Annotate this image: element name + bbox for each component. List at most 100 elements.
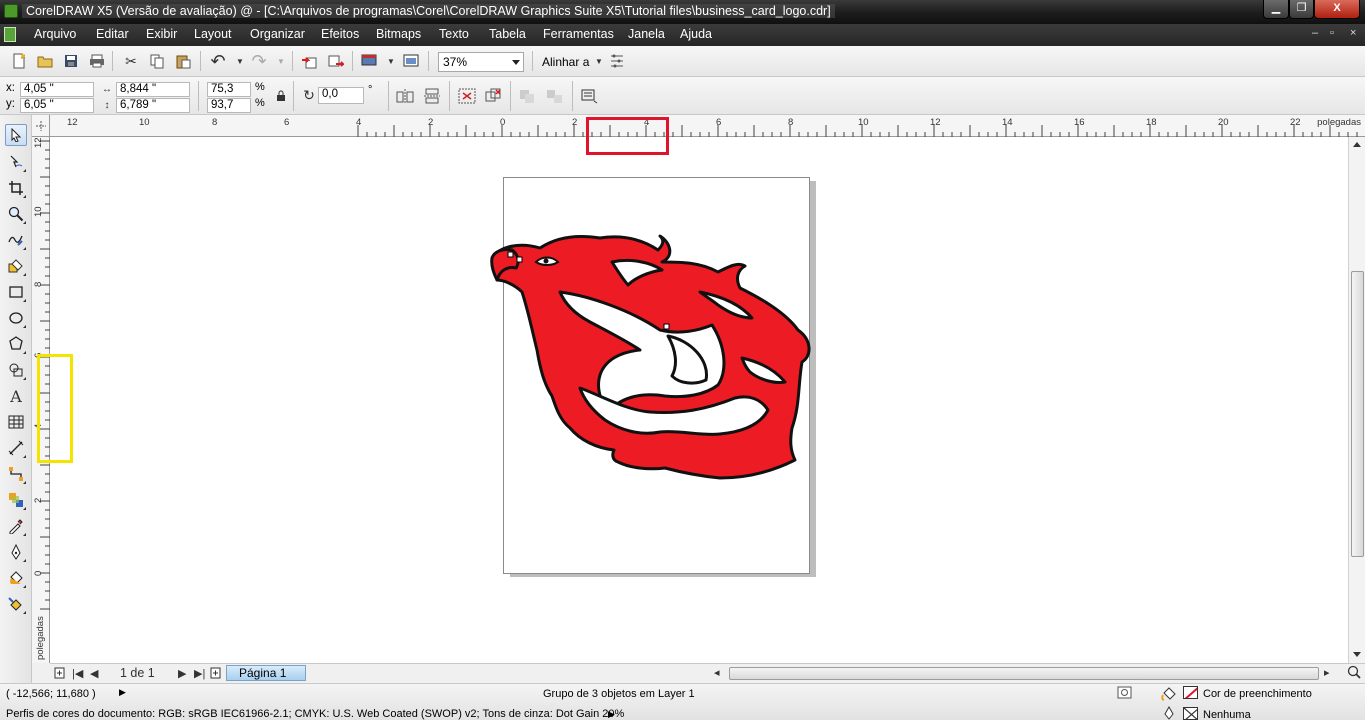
wrap-text-icon[interactable] <box>580 87 598 105</box>
doc-restore-button[interactable]: ▫ <box>1330 27 1334 39</box>
status-expand-icon[interactable]: ▶ <box>119 687 126 698</box>
ungroup-icon[interactable] <box>484 87 502 105</box>
pick-tool-icon[interactable] <box>5 124 27 146</box>
outline-pen-tool-icon[interactable] <box>5 541 27 563</box>
menu-organizar[interactable]: Organizar <box>250 27 305 41</box>
export-icon[interactable] <box>327 52 345 70</box>
blend-tool-icon[interactable] <box>5 489 27 511</box>
zoom-tool-icon[interactable] <box>5 203 27 225</box>
y-position-field[interactable]: 6,05 " <box>20 98 94 113</box>
doc-minimize-button[interactable]: – <box>1312 27 1318 39</box>
undo-dropdown-icon[interactable]: ▼ <box>231 52 249 70</box>
print-icon[interactable] <box>88 52 106 70</box>
menu-ajuda[interactable]: Ajuda <box>680 27 712 41</box>
x-position-field[interactable]: 4,05 " <box>20 82 94 97</box>
open-folder-icon[interactable] <box>36 52 54 70</box>
menu-arquivo[interactable]: Arquivo <box>34 27 76 41</box>
next-page-icon[interactable]: ▶ <box>178 667 186 680</box>
height-field[interactable]: 6,789 " <box>116 98 190 113</box>
ruler-origin-corner[interactable] <box>32 115 50 137</box>
launcher-dropdown-icon[interactable]: ▼ <box>382 52 400 70</box>
copy-icon[interactable] <box>148 52 166 70</box>
mirror-horizontal-icon[interactable] <box>396 87 414 105</box>
menu-layout[interactable]: Layout <box>194 27 232 41</box>
outline-color-swatch[interactable] <box>1183 707 1198 720</box>
ruler-tick-label: 0 <box>33 570 44 576</box>
undo-icon[interactable]: ↶ <box>209 51 227 71</box>
crop-tool-icon[interactable] <box>5 177 27 199</box>
basic-shapes-tool-icon[interactable] <box>5 359 27 381</box>
eagle-flame-logo[interactable] <box>50 137 1348 663</box>
mirror-vertical-icon[interactable] <box>423 87 441 105</box>
application-launcher-icon[interactable] <box>360 52 378 70</box>
eyedropper-tool-icon[interactable] <box>5 515 27 537</box>
new-document-icon[interactable] <box>10 52 28 70</box>
previous-page-icon[interactable]: ◀ <box>90 667 98 680</box>
ellipse-tool-icon[interactable] <box>5 307 27 329</box>
import-icon[interactable] <box>300 52 318 70</box>
align-to-label[interactable]: Alinhar a <box>542 55 589 69</box>
last-page-icon[interactable]: ▶| <box>194 667 205 680</box>
first-page-icon[interactable]: |◀ <box>72 667 83 680</box>
add-page-before-icon[interactable] <box>54 667 66 682</box>
fill-tool-icon[interactable] <box>5 567 27 589</box>
menu-bitmaps[interactable]: Bitmaps <box>376 27 421 41</box>
menu-texto[interactable]: Texto <box>439 27 469 41</box>
connector-tool-icon[interactable] <box>5 463 27 485</box>
coreldraw-app-icon[interactable] <box>4 4 18 18</box>
break-apart-icon[interactable] <box>545 87 563 105</box>
navigator-zoom-icon[interactable] <box>1347 665 1361 682</box>
zoom-level-select[interactable]: 37% <box>438 52 524 72</box>
options-icon[interactable] <box>608 52 626 70</box>
shape-tool-icon[interactable] <box>5 151 27 173</box>
horizontal-scrollbar[interactable]: ◂ ▸ <box>712 666 1337 681</box>
menu-exibir[interactable]: Exibir <box>146 27 177 41</box>
menu-ferramentas[interactable]: Ferramentas <box>543 27 614 41</box>
horizontal-scroll-thumb[interactable] <box>729 667 1319 680</box>
vertical-scroll-thumb[interactable] <box>1351 271 1364 557</box>
drawing-canvas[interactable] <box>50 137 1348 663</box>
menu-editar[interactable]: Editar <box>96 27 129 41</box>
restore-button[interactable]: ❐ <box>1289 0 1314 19</box>
interactive-fill-tool-icon[interactable] <box>5 593 27 615</box>
scroll-left-icon[interactable]: ◂ <box>714 666 720 679</box>
page-tab[interactable]: Página 1 <box>226 665 306 681</box>
scale-y-field[interactable]: 93,7 <box>207 98 251 113</box>
close-button[interactable]: X <box>1314 0 1360 19</box>
minimize-button[interactable]: ▁ <box>1263 0 1289 19</box>
color-proof-icon[interactable] <box>1117 686 1133 703</box>
rectangle-tool-icon[interactable] <box>5 281 27 303</box>
combine-icon[interactable] <box>518 87 536 105</box>
lock-ratio-icon[interactable] <box>272 87 290 105</box>
dimension-tool-icon[interactable] <box>5 437 27 459</box>
fill-color-swatch[interactable] <box>1183 686 1198 699</box>
menu-efeitos[interactable]: Efeitos <box>321 27 359 41</box>
vertical-scrollbar[interactable] <box>1348 137 1365 663</box>
scroll-right-icon[interactable]: ▸ <box>1324 666 1330 679</box>
width-field[interactable]: 8,844 " <box>116 82 190 97</box>
welcome-screen-icon[interactable] <box>402 52 420 70</box>
document-icon[interactable] <box>4 27 16 42</box>
redo-dropdown-icon[interactable]: ▼ <box>272 52 290 70</box>
group-icon[interactable] <box>458 87 476 105</box>
menu-tabela[interactable]: Tabela <box>489 27 526 41</box>
align-dropdown-icon[interactable]: ▼ <box>590 52 608 70</box>
text-tool-icon[interactable]: A <box>5 385 27 407</box>
horizontal-ruler[interactable]: 12 10 8 6 4 2 0 2 4 6 8 10 12 14 16 18 2… <box>32 115 1365 137</box>
scroll-down-icon[interactable] <box>1353 652 1361 657</box>
freehand-tool-icon[interactable] <box>5 229 27 251</box>
add-page-after-icon[interactable] <box>210 667 222 682</box>
color-profiles-expand-icon[interactable]: ▶ <box>608 709 615 720</box>
cut-icon[interactable]: ✂ <box>122 52 140 70</box>
rotation-field[interactable]: 0,0 <box>318 87 364 104</box>
redo-icon[interactable]: ↷ <box>250 51 268 71</box>
save-icon[interactable] <box>62 52 80 70</box>
smart-fill-tool-icon[interactable] <box>5 255 27 277</box>
scale-x-field[interactable]: 75,3 <box>207 82 251 97</box>
paste-icon[interactable] <box>174 52 192 70</box>
menu-janela[interactable]: Janela <box>628 27 665 41</box>
polygon-tool-icon[interactable] <box>5 333 27 355</box>
table-tool-icon[interactable] <box>5 411 27 433</box>
doc-close-button[interactable]: × <box>1350 27 1356 39</box>
scroll-up-icon[interactable] <box>1353 142 1361 147</box>
